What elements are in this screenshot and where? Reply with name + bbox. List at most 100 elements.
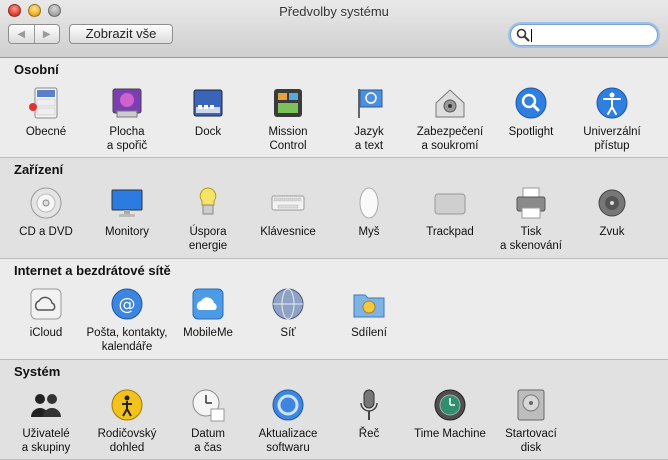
users-icon: [28, 387, 64, 423]
pref-pane-icloud[interactable]: iCloud: [1, 286, 91, 340]
pref-pane-date-time[interactable]: Datum a čas: [163, 387, 253, 455]
section-3: Internet a bezdrátové sítě iCloud @ Pošta, …: [0, 259, 668, 360]
sharing-icon: [351, 286, 387, 322]
security-icon: [432, 85, 468, 121]
pref-pane-label: Řeč: [358, 428, 380, 440]
pref-pane-speech[interactable]: Řeč: [324, 387, 414, 441]
pref-pane-users[interactable]: Uživatelé a skupiny: [1, 387, 91, 455]
mobileme-icon: [190, 286, 226, 322]
pref-pane-label: Zvuk: [599, 226, 625, 238]
pref-pane-mail-contacts[interactable]: @ Pošta, kontakty, kalendáře: [82, 286, 172, 354]
mail-contacts-icon: @: [109, 286, 145, 322]
section-title: Zařízení: [14, 162, 64, 177]
pref-pane-sharing[interactable]: Sdílení: [324, 286, 414, 340]
show-all-button[interactable]: Zobrazit vše: [69, 24, 173, 44]
keyboard-icon: [270, 185, 306, 221]
pref-pane-label: CD a DVD: [19, 226, 73, 238]
pref-pane-language[interactable]: Jazyk a text: [324, 85, 414, 153]
pref-pane-label: Trackpad: [426, 226, 474, 238]
pref-pane-label: Time Machine: [414, 428, 486, 440]
speech-icon: [351, 387, 387, 423]
pref-pane-label: Jazyk a text: [354, 126, 384, 152]
search-field[interactable]: [510, 24, 658, 46]
system-preferences-window: Předvolby systému ◀ ▶ Zobrazit vše Osobn…: [0, 0, 668, 460]
software-update-icon: [270, 387, 306, 423]
pref-pane-dock[interactable]: Dock: [163, 85, 253, 139]
section-title: Osobní: [14, 62, 59, 77]
pref-pane-label: Uživatelé a skupiny: [21, 428, 71, 454]
language-icon: [351, 85, 387, 121]
pref-pane-sound[interactable]: Zvuk: [567, 185, 657, 239]
pref-pane-desktop[interactable]: Plocha a spořič: [82, 85, 172, 153]
pref-pane-label: Startovací disk: [505, 428, 557, 454]
pref-pane-label: Tisk a skenování: [499, 226, 562, 252]
mission-control-icon: [270, 85, 306, 121]
pref-pane-label: Klávesnice: [260, 226, 316, 238]
pref-pane-parental-controls[interactable]: Rodičovský dohled: [82, 387, 172, 455]
search-input[interactable]: [531, 27, 651, 43]
pref-pane-label: Rodičovský dohled: [97, 428, 157, 454]
sound-icon: [594, 185, 630, 221]
cd-dvd-icon: [28, 185, 64, 221]
pref-pane-label: Univerzální přístup: [583, 126, 641, 152]
pref-pane-displays[interactable]: Monitory: [82, 185, 172, 239]
back-button[interactable]: ◀: [9, 25, 34, 43]
pref-pane-label: Dock: [194, 126, 222, 138]
pref-pane-label: Obecné: [25, 126, 67, 138]
forward-arrow-icon: ▶: [42, 28, 51, 40]
pref-pane-trackpad[interactable]: Trackpad: [405, 185, 495, 239]
pref-pane-software-update[interactable]: Aktualizace softwaru: [243, 387, 333, 455]
pref-pane-label: Spotlight: [508, 126, 554, 138]
date-time-icon: [190, 387, 226, 423]
svg-text:@: @: [119, 295, 136, 315]
forward-button[interactable]: ▶: [33, 25, 60, 43]
title-bar: Předvolby systému ◀ ▶ Zobrazit vše: [0, 0, 668, 58]
time-machine-icon: [432, 387, 468, 423]
pref-pane-label: Plocha a spořič: [106, 126, 148, 152]
icloud-icon: [28, 286, 64, 322]
pref-pane-mission-control[interactable]: Mission Control: [243, 85, 333, 153]
pref-pane-label: iCloud: [29, 327, 63, 339]
pref-pane-label: Datum a čas: [191, 428, 225, 454]
trackpad-icon: [432, 185, 468, 221]
pref-pane-time-machine[interactable]: Time Machine: [405, 387, 495, 441]
section-2: Zařízení CD a DVD Monitory Úspora energie Kl…: [0, 158, 668, 259]
pref-pane-label: Mission Control: [268, 126, 308, 152]
search-icon: [516, 28, 530, 42]
pref-pane-startup-disk[interactable]: Startovací disk: [486, 387, 576, 455]
pref-pane-label: Aktualizace softwaru: [258, 428, 318, 454]
section-1: Osobní Obecné Plocha a spořič Dock Mission C…: [0, 58, 668, 158]
pref-pane-label: MobileMe: [183, 327, 233, 339]
text-caret: [531, 29, 532, 42]
back-arrow-icon: ◀: [17, 28, 26, 40]
pref-pane-mobileme[interactable]: MobileMe: [163, 286, 253, 340]
pref-pane-label: Myš: [358, 226, 380, 238]
parental-controls-icon: [109, 387, 145, 423]
section-title: Systém: [14, 364, 61, 379]
mouse-icon: [351, 185, 387, 221]
pref-pane-general[interactable]: Obecné: [1, 85, 91, 139]
pref-pane-cd-dvd[interactable]: CD a DVD: [1, 185, 91, 239]
pref-pane-label: Sdílení: [351, 327, 387, 339]
pref-pane-spotlight[interactable]: Spotlight: [486, 85, 576, 139]
spotlight-icon: [513, 85, 549, 121]
energy-saver-icon: [190, 185, 226, 221]
pref-pane-keyboard[interactable]: Klávesnice: [243, 185, 333, 239]
displays-icon: [109, 185, 145, 221]
pref-pane-accessibility[interactable]: Univerzální přístup: [567, 85, 657, 153]
pref-pane-security[interactable]: Zabezpečení a soukromí: [405, 85, 495, 153]
pref-pane-network[interactable]: Síť: [243, 286, 333, 340]
window-title: Předvolby systému: [279, 4, 389, 19]
pref-pane-label: Pošta, kontakty, kalendáře: [86, 327, 168, 353]
pref-pane-label: Úspora energie: [188, 226, 228, 252]
pref-pane-label: Monitory: [104, 226, 150, 238]
pref-pane-label: Síť: [280, 327, 296, 339]
section-title: Internet a bezdrátové sítě: [14, 263, 171, 278]
network-icon: [270, 286, 306, 322]
nav-buttons: ◀ ▶: [8, 24, 60, 44]
startup-disk-icon: [513, 387, 549, 423]
pref-pane-printer[interactable]: Tisk a skenování: [486, 185, 576, 253]
pref-pane-mouse[interactable]: Myš: [324, 185, 414, 239]
pref-pane-label: Zabezpečení a soukromí: [416, 126, 484, 152]
pref-pane-energy-saver[interactable]: Úspora energie: [163, 185, 253, 253]
